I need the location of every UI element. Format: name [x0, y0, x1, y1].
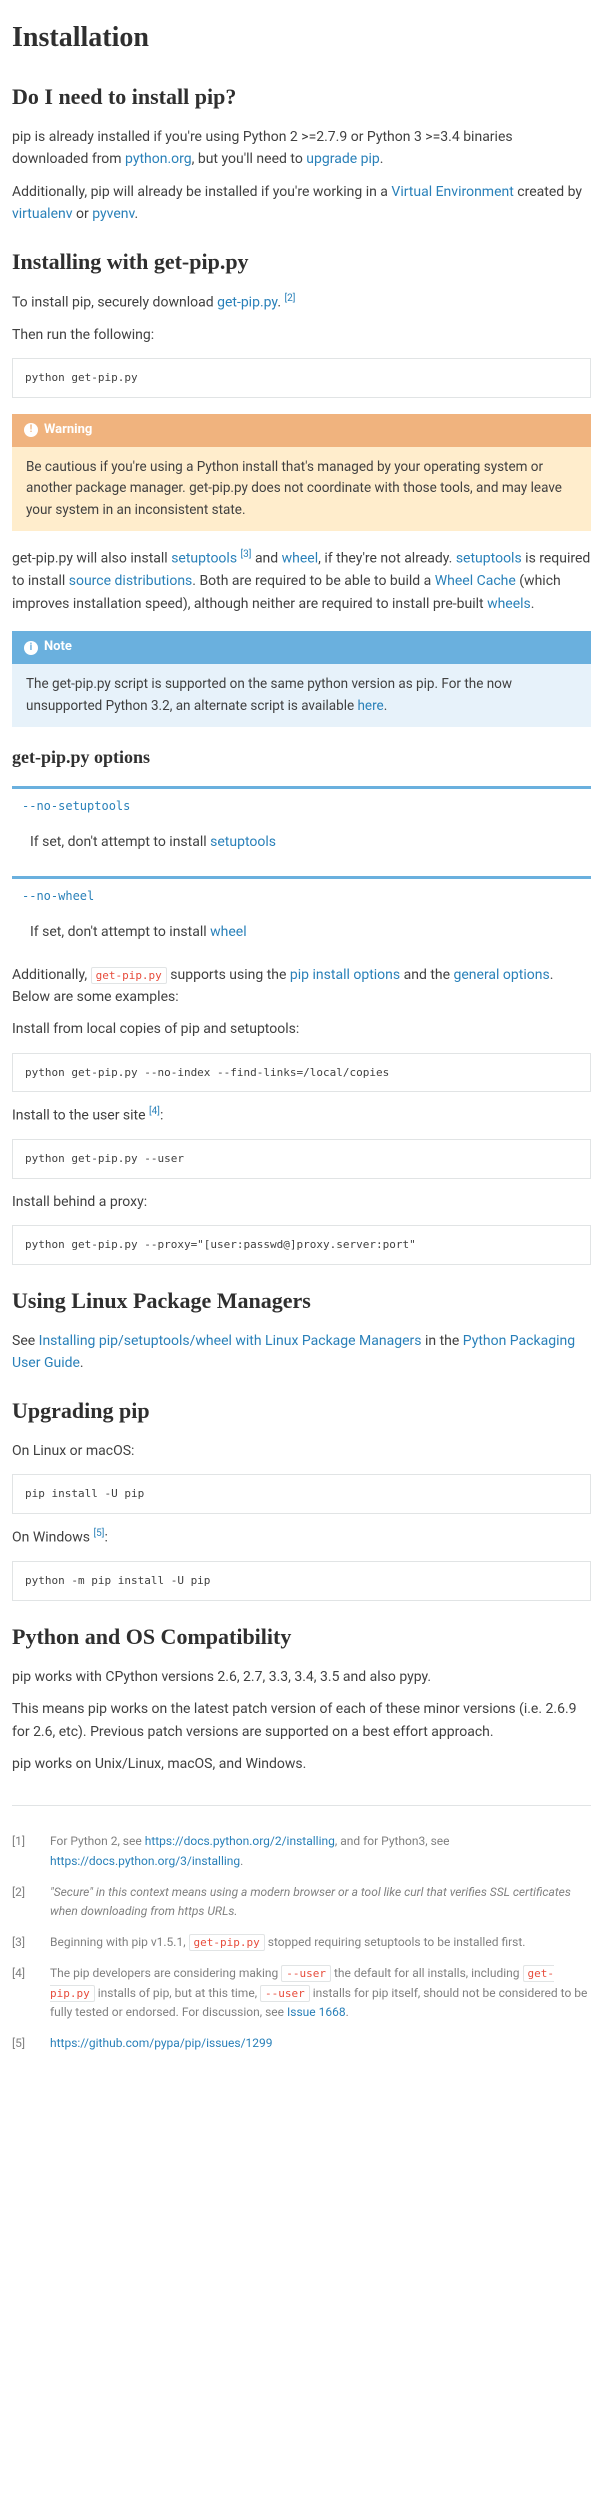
section-heading-installing-getpip: Installing with get-pip.py	[12, 244, 591, 279]
link-getpip[interactable]: get-pip.py	[217, 294, 277, 310]
paragraph: pip works with CPython versions 2.6, 2.7…	[12, 1666, 591, 1688]
link-virtualenv[interactable]: virtualenv	[12, 206, 73, 222]
link-wheel-cache[interactable]: Wheel Cache	[435, 573, 516, 589]
footnote-text: For Python 2, see https://docs.python.or…	[50, 1832, 591, 1870]
code-block: python -m pip install -U pip	[12, 1561, 591, 1601]
footnotes: [1] For Python 2, see https://docs.python…	[12, 1805, 591, 2053]
link-setuptools[interactable]: setuptools	[171, 551, 237, 567]
code-block: python get-pip.py --no-index --find-link…	[12, 1053, 591, 1093]
paragraph: get-pip.py will also install setuptools …	[12, 547, 591, 615]
link-here[interactable]: here	[358, 698, 384, 714]
link-issue-1668[interactable]: Issue 1668	[287, 2005, 346, 2019]
code-block: python get-pip.py --user	[12, 1139, 591, 1179]
section-heading-options: get-pip.py options	[12, 743, 591, 772]
warning-title: !Warning	[12, 414, 591, 447]
inline-code: get-pip.py	[189, 1934, 265, 1951]
footnote-ref-4[interactable]: [4]	[149, 1106, 160, 1117]
footnote-text: The pip developers are considering makin…	[50, 1964, 591, 2022]
link-docs-py3[interactable]: https://docs.python.org/3/installing	[50, 1854, 240, 1868]
footnote-label: [2]	[12, 1883, 34, 1921]
link-docs-py2[interactable]: https://docs.python.org/2/installing	[145, 1834, 335, 1848]
section-heading-upgrading: Upgrading pip	[12, 1393, 591, 1428]
inline-code: --user	[260, 1985, 310, 2002]
link-virtual-env[interactable]: Virtual Environment	[391, 184, 513, 200]
warning-body: Be cautious if you're using a Python ins…	[12, 447, 591, 532]
footnote-label: [1]	[12, 1832, 34, 1870]
link-pyvenv[interactable]: pyvenv	[92, 206, 134, 222]
note-icon: i	[24, 641, 38, 655]
link-wheel2[interactable]: wheel	[210, 924, 246, 940]
warning-icon: !	[24, 423, 38, 437]
inline-code: get-pip.py	[91, 967, 167, 984]
warning-admonition: !Warning Be cautious if you're using a P…	[12, 414, 591, 532]
footnote-text: https://github.com/pypa/pip/issues/1299	[50, 2034, 591, 2053]
link-setuptools3[interactable]: setuptools	[210, 834, 276, 850]
section-heading-linux: Using Linux Package Managers	[12, 1283, 591, 1318]
link-wheels[interactable]: wheels	[487, 596, 531, 612]
footnote-ref-3[interactable]: [3]	[241, 549, 252, 560]
link-python-org[interactable]: python.org	[125, 151, 192, 167]
paragraph: pip works on Unix/Linux, macOS, and Wind…	[12, 1753, 591, 1775]
code-block: python get-pip.py --proxy="[user:passwd@…	[12, 1225, 591, 1265]
paragraph: Then run the following:	[12, 324, 591, 346]
code-block: pip install -U pip	[12, 1474, 591, 1514]
option-term: --no-wheel	[12, 876, 591, 913]
link-issue-1299[interactable]: https://github.com/pypa/pip/issues/1299	[50, 2036, 273, 2050]
footnote-ref-5[interactable]: [5]	[94, 1528, 105, 1539]
note-title: iNote	[12, 631, 591, 664]
paragraph: Install from local copies of pip and set…	[12, 1018, 591, 1040]
link-source-dist[interactable]: source distributions	[69, 573, 193, 589]
paragraph: To install pip, securely download get-pi…	[12, 291, 591, 314]
link-general-options[interactable]: general options	[454, 967, 550, 983]
code-block: python get-pip.py	[12, 358, 591, 398]
link-setuptools2[interactable]: setuptools	[456, 551, 522, 567]
link-wheel[interactable]: wheel	[282, 551, 318, 567]
paragraph: Additionally, get-pip.py supports using …	[12, 964, 591, 1009]
footnote-ref-2[interactable]: [2]	[284, 293, 295, 304]
paragraph: Additionally, pip will already be instal…	[12, 181, 591, 226]
link-pip-install-options[interactable]: pip install options	[290, 967, 400, 983]
paragraph: Install behind a proxy:	[12, 1191, 591, 1213]
link-upgrade-pip[interactable]: upgrade pip	[306, 151, 379, 167]
paragraph: This means pip works on the latest patch…	[12, 1698, 591, 1743]
paragraph: On Linux or macOS:	[12, 1440, 591, 1462]
paragraph: pip is already installed if you're using…	[12, 126, 591, 171]
link-linux-pkg-mgr[interactable]: Installing pip/setuptools/wheel with Lin…	[39, 1333, 422, 1349]
note-admonition: iNote The get-pip.py script is supported…	[12, 631, 591, 727]
footnote-label: [5]	[12, 2034, 34, 2053]
section-heading-need-install: Do I need to install pip?	[12, 79, 591, 114]
footnote-label: [3]	[12, 1933, 34, 1952]
option-desc: If set, don't attempt to install wheel	[12, 913, 591, 951]
paragraph: See Installing pip/setuptools/wheel with…	[12, 1330, 591, 1375]
footnote-label: [4]	[12, 1964, 34, 2022]
paragraph: Install to the user site [4]:	[12, 1104, 591, 1127]
page-title: Installation	[12, 16, 591, 61]
footnote-text: "Secure" in this context means using a m…	[50, 1883, 591, 1921]
paragraph: On Windows [5]:	[12, 1526, 591, 1549]
note-body: The get-pip.py script is supported on th…	[12, 664, 591, 727]
footnote-text: Beginning with pip v1.5.1, get-pip.py st…	[50, 1933, 591, 1952]
option-term: --no-setuptools	[12, 786, 591, 823]
option-desc: If set, don't attempt to install setupto…	[12, 823, 591, 861]
option-list: --no-setuptools If set, don't attempt to…	[12, 786, 591, 952]
inline-code: --user	[281, 1965, 331, 1982]
section-heading-compat: Python and OS Compatibility	[12, 1619, 591, 1654]
